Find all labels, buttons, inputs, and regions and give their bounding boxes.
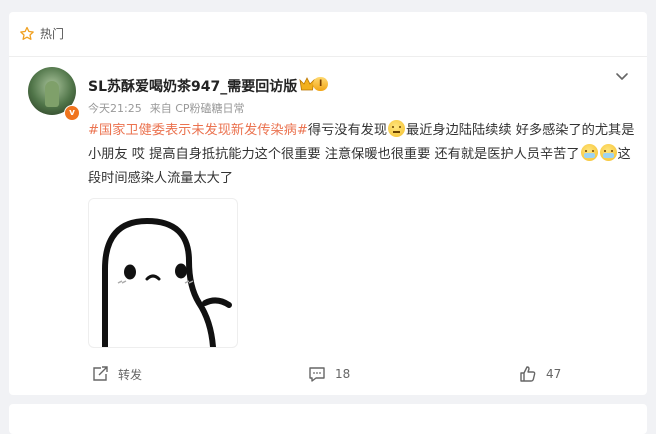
post-image[interactable] bbox=[88, 198, 238, 348]
repost-icon bbox=[93, 366, 108, 381]
post-text: #国家卫健委表示未发现新发传染病#得亏没有发现 最近身边陆陆续续 好多感染了的尤其… bbox=[88, 119, 636, 191]
username[interactable]: SL苏酥爱喝奶茶947_需要回访版 bbox=[88, 76, 297, 96]
like-count: 47 bbox=[546, 367, 562, 381]
repost-button[interactable]: 转发 bbox=[91, 365, 142, 383]
star-icon bbox=[20, 26, 34, 40]
repost-label: 转发 bbox=[118, 367, 143, 382]
like-button[interactable]: 47 bbox=[519, 365, 561, 383]
member-badge[interactable]: I bbox=[299, 77, 329, 91]
post-actions: 转发 18 47 bbox=[9, 365, 647, 385]
post-text-part1: 得亏没有发现 bbox=[307, 123, 388, 138]
mask-emoji bbox=[599, 144, 617, 161]
topic-link[interactable]: #国家卫健委表示未发现新发传染病# bbox=[88, 123, 308, 138]
cartoon-image bbox=[102, 218, 232, 347]
post-meta: 今天21:25 来自 CP粉磕糖日常 bbox=[88, 100, 253, 116]
comment-icon bbox=[309, 367, 325, 382]
level-badge: I bbox=[313, 77, 329, 91]
chevron-down-icon[interactable] bbox=[613, 67, 631, 85]
divider bbox=[9, 56, 647, 57]
hot-label: 热门 bbox=[40, 27, 65, 41]
eye-roll-emoji bbox=[388, 120, 406, 137]
comment-button[interactable]: 18 bbox=[308, 365, 350, 383]
hot-section-header: 热门 bbox=[19, 25, 64, 42]
verified-badge: v bbox=[64, 105, 80, 121]
feed-card: 热门 v SL苏酥爱喝奶茶947_需要回访版 I 今天21:25 来自 CP粉磕糖… bbox=[9, 12, 647, 395]
comment-count: 18 bbox=[335, 367, 351, 381]
post-time[interactable]: 今天21:25 bbox=[88, 102, 142, 115]
mask-emoji bbox=[580, 144, 598, 161]
next-card bbox=[9, 404, 647, 434]
thumbs-up-icon bbox=[520, 366, 536, 382]
post-source: 来自 CP粉磕糖日常 bbox=[149, 102, 245, 115]
